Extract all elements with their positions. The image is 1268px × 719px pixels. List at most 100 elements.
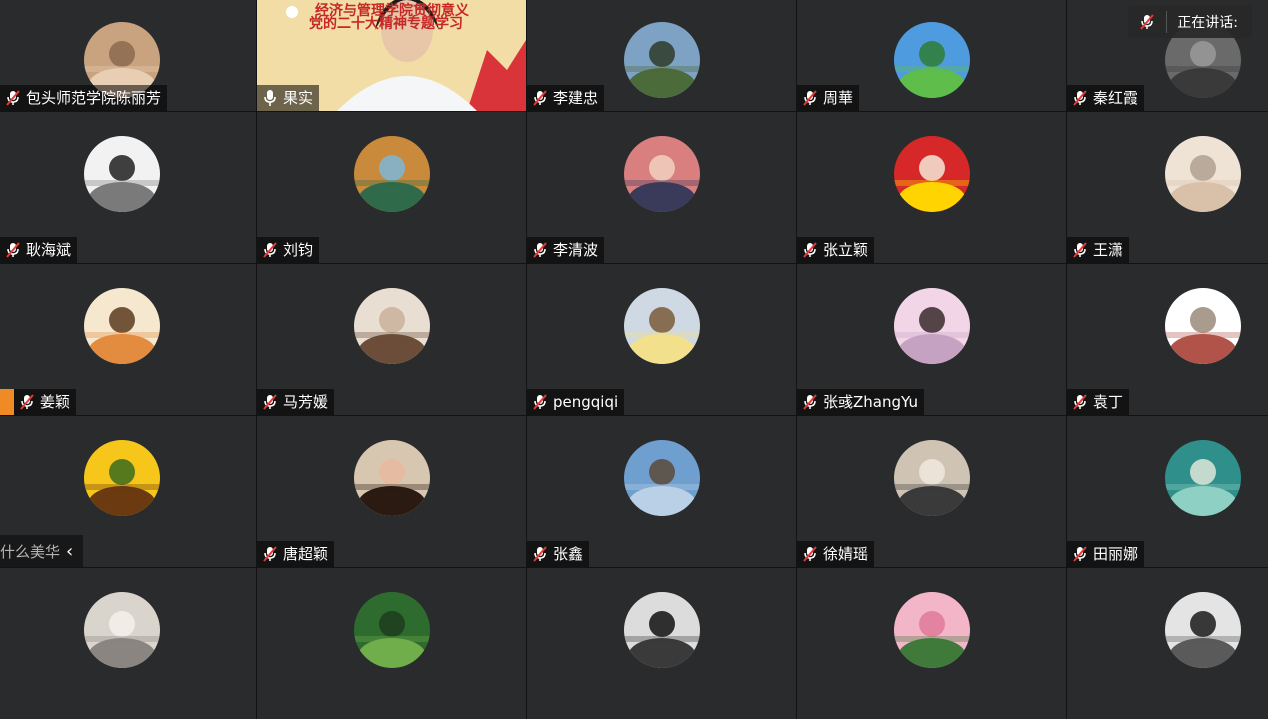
participant-name-tag: 姜颖 xyxy=(14,389,77,415)
mother-child-avatar xyxy=(894,440,970,516)
participant-name-tag: 李清波 xyxy=(527,237,605,263)
bw-interior-avatar xyxy=(84,136,160,212)
participant-name: 姜颖 xyxy=(40,393,71,411)
muted-mic-icon xyxy=(18,393,36,411)
selfie-woman-avatar xyxy=(354,440,430,516)
muted-mic-icon xyxy=(531,545,549,563)
participant-tile[interactable]: 王潇 xyxy=(1067,112,1268,263)
participant-tile[interactable]: 马芳媛 xyxy=(257,264,526,415)
collapse-panel-button[interactable]: 什么美华 ‹ xyxy=(0,535,84,567)
muted-mic-icon xyxy=(1071,241,1089,259)
participant-name: 张鑫 xyxy=(553,545,584,563)
village-sky-avatar xyxy=(624,440,700,516)
muted-mic-icon xyxy=(261,545,279,563)
participant-name-tag: 张彧ZhangYu xyxy=(797,389,924,415)
muted-mic-icon xyxy=(531,241,549,259)
participant-tile[interactable]: 周華 xyxy=(797,0,1066,111)
participant-tile[interactable]: 张立颖 xyxy=(797,112,1066,263)
participant-tile[interactable]: pengqiqi xyxy=(527,264,796,415)
user-icon xyxy=(0,389,14,415)
participant-name: 耿海斌 xyxy=(26,241,72,259)
muted-mic-icon xyxy=(801,545,819,563)
participant-name-tag: 唐超颖 xyxy=(257,541,335,567)
participant-tile[interactable]: 经济与管理学院贯彻意义 党的二十大精神专题学习 果实 xyxy=(257,0,526,111)
participant-name: 包头师范学院陈丽芳 xyxy=(26,89,162,107)
participant-name-tag: 张鑫 xyxy=(527,541,590,567)
sunflower-avatar xyxy=(84,440,160,516)
participant-tile[interactable]: 袁丁 xyxy=(1067,264,1268,415)
participant-name: 马芳媛 xyxy=(283,393,329,411)
participant-name-tag: 田丽娜 xyxy=(1067,541,1145,567)
woman-portrait-avatar xyxy=(354,288,430,364)
mic-icon xyxy=(261,89,279,107)
participant-tile[interactable]: 张鑫 xyxy=(527,416,796,567)
participant-tile[interactable] xyxy=(0,568,256,719)
participant-tile[interactable] xyxy=(797,568,1066,719)
muted-mic-icon xyxy=(1071,545,1089,563)
bw-reading-avatar xyxy=(1165,592,1241,668)
speaking-indicator: 正在讲话: xyxy=(1128,6,1252,38)
participant-name: 李清波 xyxy=(553,241,599,259)
participant-tile[interactable]: 徐婧瑶 xyxy=(797,416,1066,567)
chevron-left-icon: ‹ xyxy=(66,540,74,562)
participant-tile[interactable]: 张彧ZhangYu xyxy=(797,264,1066,415)
participant-name: 周華 xyxy=(823,89,854,107)
participant-name: 张彧ZhangYu xyxy=(823,393,918,411)
participant-tile[interactable]: 李清波 xyxy=(527,112,796,263)
participant-name: pengqiqi xyxy=(553,393,619,411)
woman-profile-avatar xyxy=(894,288,970,364)
speaking-label: 正在讲话: xyxy=(1177,15,1238,31)
participant-tile[interactable]: 李建忠 xyxy=(527,0,796,111)
overlay-text: 什么美华 xyxy=(0,542,61,561)
participant-tile[interactable]: 唐超颖 xyxy=(257,416,526,567)
mountain-lake-avatar xyxy=(354,136,430,212)
banner-line-2: 党的二十大精神专题学习 xyxy=(309,16,463,32)
participant-tile[interactable]: 刘钧 xyxy=(257,112,526,263)
participant-tile[interactable] xyxy=(1067,568,1268,719)
participant-name: 刘钧 xyxy=(283,241,314,259)
participant-tile[interactable]: 姜颖 xyxy=(0,264,256,415)
cat-photo-avatar xyxy=(84,592,160,668)
participant-name-tag: pengqiqi xyxy=(527,389,625,415)
muted-mic-icon xyxy=(1138,13,1156,31)
participant-tile[interactable] xyxy=(257,568,526,719)
participant-name: 田丽娜 xyxy=(1093,545,1139,563)
participant-name-tag: 刘钧 xyxy=(257,237,320,263)
green-plant-avatar xyxy=(354,592,430,668)
divider xyxy=(1166,11,1168,33)
participant-tile[interactable]: 什么美华 ‹ xyxy=(0,416,256,567)
participant-tile[interactable]: 耿海斌 xyxy=(0,112,256,263)
little-girl-avatar xyxy=(624,288,700,364)
ink-painting-avatar xyxy=(1165,288,1241,364)
participant-tile[interactable] xyxy=(527,568,796,719)
muted-mic-icon xyxy=(4,241,22,259)
participant-name-tag: 王潇 xyxy=(1067,237,1130,263)
flag-cat-avatar xyxy=(894,136,970,212)
participant-tile[interactable]: 包头师范学院陈丽芳 xyxy=(0,0,256,111)
participant-name-tag: 包头师范学院陈丽芳 xyxy=(0,85,168,111)
participant-name-tag: 周華 xyxy=(797,85,860,111)
muted-mic-icon xyxy=(261,393,279,411)
family-cartoon-avatar xyxy=(624,136,700,212)
participant-name-tag: 李建忠 xyxy=(527,85,605,111)
muted-mic-icon xyxy=(531,89,549,107)
muted-mic-icon xyxy=(261,241,279,259)
horse-bw-avatar xyxy=(624,592,700,668)
participant-name: 李建忠 xyxy=(553,89,599,107)
pink-flowers-avatar xyxy=(894,592,970,668)
participant-name-tag: 徐婧瑶 xyxy=(797,541,875,567)
participant-grid: 包头师范学院陈丽芳 经济与管理学院贯彻意义 党的二十大精神专题学习 果实 李建忠 周… xyxy=(0,0,1268,719)
participant-tile[interactable]: 田丽娜 xyxy=(1067,416,1268,567)
participant-name-tag: 袁丁 xyxy=(1067,389,1130,415)
muted-mic-icon xyxy=(4,89,22,107)
muted-mic-icon xyxy=(801,241,819,259)
participant-name-tag: 张立颖 xyxy=(797,237,875,263)
teal-dandelion-avatar xyxy=(1165,440,1241,516)
participant-name: 张立颖 xyxy=(823,241,869,259)
muted-mic-icon xyxy=(801,393,819,411)
cartoon-field-avatar xyxy=(894,22,970,98)
muted-mic-icon xyxy=(801,89,819,107)
muted-mic-icon xyxy=(531,393,549,411)
muted-mic-icon xyxy=(1071,89,1089,107)
participant-name-tag: 果实 xyxy=(257,85,320,111)
